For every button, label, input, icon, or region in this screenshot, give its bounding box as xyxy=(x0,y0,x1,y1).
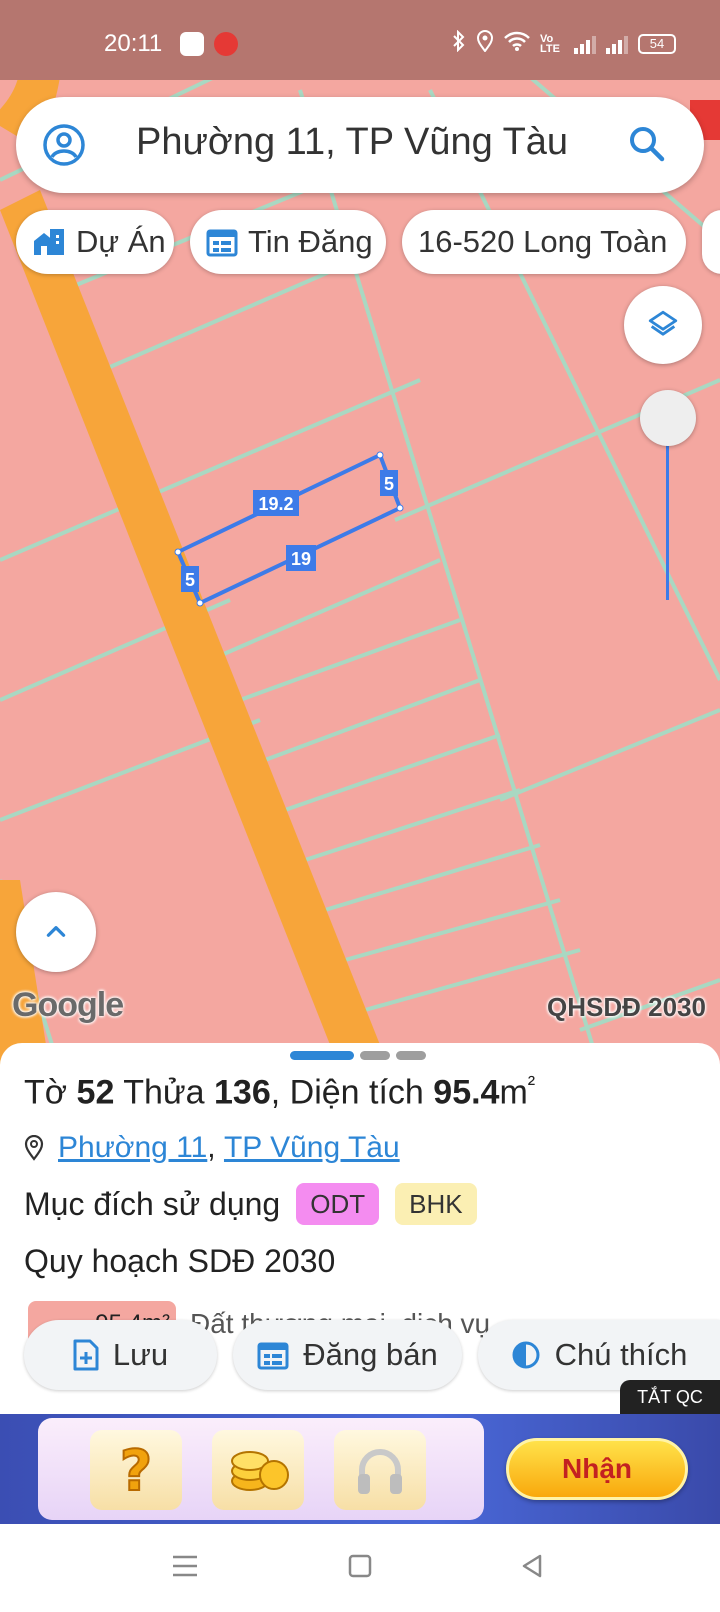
chip-label: Dự Án xyxy=(76,224,166,259)
status-bar: 20:11 Vo LTE 54 xyxy=(0,0,720,80)
parcel-edge-bottom-label: 19 xyxy=(291,549,311,569)
calendar-list-icon xyxy=(206,227,238,257)
chevron-up-icon xyxy=(46,926,66,937)
chip-du-an[interactable]: Dự Án xyxy=(16,210,174,274)
svg-text:?: ? xyxy=(120,1442,152,1498)
baomoi-app-icon xyxy=(180,32,204,56)
ad-banner[interactable]: ? Nhận xyxy=(0,1414,720,1524)
chip-long-toan[interactable]: 16-520 Long Toàn xyxy=(402,210,686,274)
layers-button[interactable] xyxy=(624,286,702,364)
account-circle-icon[interactable] xyxy=(42,123,86,172)
location-icon xyxy=(476,30,494,57)
area-unit: m xyxy=(499,1073,528,1112)
claim-reward-button[interactable]: Nhận xyxy=(506,1438,688,1500)
lot-number: 136 xyxy=(214,1073,271,1112)
ward-link[interactable]: Phường 11 xyxy=(58,1131,207,1165)
search-icon[interactable] xyxy=(628,125,666,168)
parcel-info-sheet: Tờ 52 Thửa 136, Diện tích 95.4m² Phường … xyxy=(0,1043,720,1413)
save-button[interactable]: Lưu xyxy=(24,1320,217,1390)
ad-tile-coins xyxy=(212,1430,304,1510)
chip-label: Tin Đăng xyxy=(248,224,373,259)
ad-panel: ? xyxy=(38,1418,484,1520)
sheet-page-indicator[interactable] xyxy=(396,1051,426,1060)
volte-icon: Vo LTE xyxy=(540,32,560,55)
recent-apps-icon[interactable] xyxy=(172,1554,198,1583)
lot-label: Thửa xyxy=(123,1073,205,1112)
save-button-label: Lưu xyxy=(112,1337,169,1372)
coins-icon xyxy=(231,1451,289,1491)
wifi-icon xyxy=(504,31,530,56)
parcel-edge-left-label: 5 xyxy=(185,570,195,590)
map-layer-label: QHSDĐ 2030 xyxy=(547,992,706,1022)
calendar-list-icon xyxy=(257,1340,289,1370)
signal-1-icon xyxy=(574,34,596,54)
sheet-page-indicator-active[interactable] xyxy=(290,1051,354,1060)
opacity-slider-thumb[interactable] xyxy=(640,390,696,446)
back-icon[interactable] xyxy=(520,1554,544,1583)
system-nav-bar xyxy=(0,1524,720,1612)
usage-tag-odt[interactable]: ODT xyxy=(296,1183,380,1225)
area-unit-sup: ² xyxy=(527,1071,536,1096)
selected-parcel-outline[interactable] xyxy=(175,452,403,606)
headphones-icon xyxy=(358,1449,402,1494)
home-icon[interactable] xyxy=(348,1554,372,1583)
file-plus-icon xyxy=(73,1339,99,1371)
layers-icon xyxy=(648,310,678,336)
parcel-title: Tờ 52 Thửa 136, Diện tích 95.4m² xyxy=(24,1071,535,1112)
parcel-edge-right-label: 5 xyxy=(384,474,394,494)
search-input[interactable]: Phường 11, TP Vũng Tàu xyxy=(136,121,568,164)
sheet-label: Tờ xyxy=(24,1073,68,1112)
status-indicators: Vo LTE 54 xyxy=(452,29,676,57)
question-mark-icon: ? xyxy=(119,1442,153,1498)
land-use-purpose: Mục đích sử dụng ODT BHK xyxy=(24,1183,477,1225)
bluetooth-icon xyxy=(452,29,466,57)
expand-sheet-button[interactable] xyxy=(16,892,96,972)
location-separator: , xyxy=(207,1131,224,1164)
parcel-location: Phường 11 , TP Vũng Tàu xyxy=(24,1131,400,1165)
signal-2-icon xyxy=(606,34,628,54)
home-city-icon xyxy=(32,227,66,257)
youtube-music-icon xyxy=(214,32,238,56)
google-logo: Google xyxy=(12,986,124,1024)
chip-overflow[interactable] xyxy=(702,210,720,274)
contrast-icon xyxy=(511,1340,541,1370)
sheet-number: 52 xyxy=(76,1073,115,1112)
status-time: 20:11 xyxy=(104,30,163,57)
usage-label: Mục đích sử dụng xyxy=(24,1185,281,1222)
city-link[interactable]: TP Vũng Tàu xyxy=(224,1131,400,1165)
post-sale-button[interactable]: Đăng bán xyxy=(233,1320,462,1390)
search-bar[interactable]: Phường 11, TP Vũng Tàu xyxy=(16,97,704,193)
opacity-slider-track[interactable] xyxy=(666,420,669,600)
sheet-page-indicator[interactable] xyxy=(360,1051,390,1060)
area-label: , Diện tích xyxy=(270,1073,424,1112)
plan-label: Quy hoạch SDĐ 2030 xyxy=(24,1243,336,1279)
battery-icon: 54 xyxy=(638,33,676,54)
post-sale-button-label: Đăng bán xyxy=(303,1337,438,1372)
usage-tag-bhk[interactable]: BHK xyxy=(395,1183,477,1225)
area-value: 95.4 xyxy=(433,1073,500,1112)
parcel-edge-top-label: 19.2 xyxy=(258,494,293,514)
map-pin-icon xyxy=(24,1135,44,1161)
chip-label: 16-520 Long Toàn xyxy=(418,224,668,259)
chip-tin-dang[interactable]: Tin Đăng xyxy=(190,210,386,274)
close-ad-button[interactable]: TẮT QC xyxy=(620,1380,720,1414)
ad-tile-headphones xyxy=(334,1430,426,1510)
ad-tile-mystery: ? xyxy=(90,1430,182,1510)
legend-button-label: Chú thích xyxy=(554,1337,688,1372)
